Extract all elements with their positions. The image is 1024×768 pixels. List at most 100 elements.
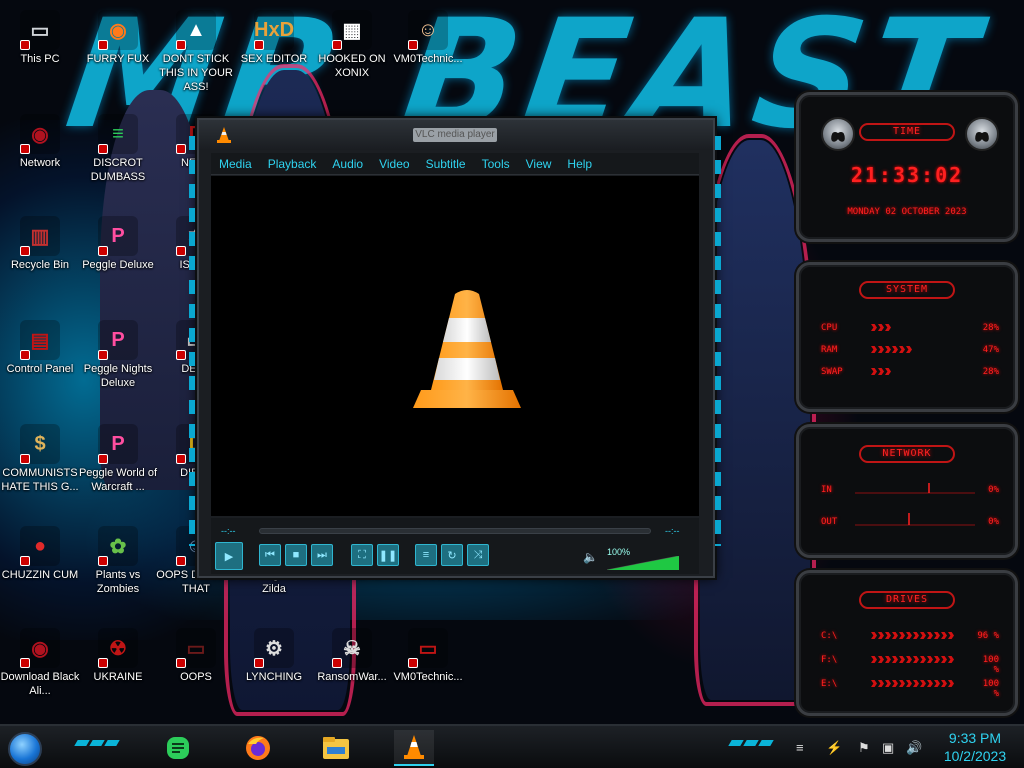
desktop-icon[interactable]: $ COMMUNISTS HATE THIS G...: [0, 418, 80, 494]
volume-slider[interactable]: [607, 556, 679, 570]
desktop-icon[interactable]: ⚙ LYNCHING: [234, 622, 314, 684]
desktop-shortcut-icon: ◉: [20, 628, 60, 668]
extended-settings-button[interactable]: ❚❚: [377, 544, 399, 566]
playlist-button[interactable]: ≡: [415, 544, 437, 566]
usage-meter-segment: [885, 656, 891, 663]
desktop-shortcut-icon: ▭: [176, 628, 216, 668]
desktop-icon[interactable]: ≡ DISCROT DUMBASS: [78, 108, 158, 184]
widget-row-value: 100 %: [982, 679, 999, 699]
desktop-icon[interactable]: ◉ FURRY FUX: [78, 4, 158, 66]
widget-row-label: OUT: [821, 517, 838, 527]
usage-meter-segment: [885, 368, 891, 375]
usage-meter-segment: [892, 680, 898, 687]
widget-row-label: SWAP: [821, 367, 843, 377]
next-icon: ⏭: [317, 548, 327, 561]
video-area[interactable]: [211, 176, 699, 516]
desktop-icon[interactable]: ▤ Control Panel: [0, 314, 80, 376]
usage-meter-segment: [920, 680, 926, 687]
firefox-icon: [246, 736, 270, 760]
speaker-icon[interactable]: 🔊: [906, 740, 922, 756]
desktop-icon[interactable]: ▲ DONT STICK THIS IN YOUR ASS!: [156, 4, 236, 94]
menu-media[interactable]: Media: [211, 153, 260, 175]
network-icon[interactable]: ▣: [882, 740, 894, 756]
network-graph: [855, 483, 975, 526]
desktop-icon-label: Plants vs Zombies: [95, 569, 141, 595]
widget-row: OUT 0%: [821, 517, 999, 527]
vlc-logo-icon: [413, 290, 521, 408]
menu-bar: Media Playback Audio Video Subtitle Tools View…: [211, 153, 699, 175]
loop-icon: ↻: [447, 549, 457, 562]
desktop-shortcut-icon: ☢: [98, 628, 138, 668]
usage-meter-segment: [885, 680, 891, 687]
tray-decoration-icon: ≡: [796, 740, 804, 755]
taskbar: ≡ ⚡ ⚑ ▣ 🔊 9:33 PM 10/2/2023: [0, 724, 1024, 768]
taskbar-discord-button[interactable]: [158, 730, 198, 766]
desktop-icon[interactable]: P Peggle Deluxe: [78, 210, 158, 272]
desktop-icon-label: Peggle Nights Deluxe: [83, 363, 153, 389]
shortcut-arrow-icon: [20, 454, 30, 464]
desktop-icon[interactable]: ▭ This PC: [0, 4, 80, 66]
desktop-icon[interactable]: ◉ Download Black Ali...: [0, 622, 80, 698]
desktop-icon[interactable]: ● CHUZZIN CUM: [0, 520, 80, 582]
menu-video[interactable]: Video: [371, 153, 417, 175]
next-button[interactable]: ⏭: [311, 544, 333, 566]
desktop-shortcut-icon: HxD: [254, 10, 294, 50]
extended-settings-icon: ❚❚: [378, 549, 398, 562]
desktop-icon[interactable]: ✿ Plants vs Zombies: [78, 520, 158, 596]
desktop-icon[interactable]: ▦ HOOKED ON XONIX: [312, 4, 392, 80]
widget-row: F:\ 100 %: [821, 655, 999, 675]
shuffle-button[interactable]: ⤨: [467, 544, 489, 566]
vlc-titlebar[interactable]: VLC media player: [199, 120, 713, 150]
desktop-icon[interactable]: ☢ UKRAINE: [78, 622, 158, 684]
desktop-icon[interactable]: HxD SEX EDITOR: [234, 4, 314, 66]
desktop-icon-label: VM0Technic...: [393, 53, 463, 65]
menu-playback[interactable]: Playback: [260, 153, 325, 175]
widget-row-label: C:\: [821, 631, 838, 641]
loop-button[interactable]: ↻: [441, 544, 463, 566]
drives-widget: DRIVES C:\ 96 % F:\ 100 % E:\ 100 %: [796, 570, 1018, 716]
seek-bar[interactable]: [259, 528, 651, 534]
taskbar-clock[interactable]: 9:33 PM 10/2/2023: [930, 729, 1020, 765]
desktop-icon[interactable]: P Peggle Nights Deluxe: [78, 314, 158, 390]
desktop-shortcut-icon: ◉: [20, 114, 60, 154]
tray-app-icon[interactable]: ⚡: [826, 740, 842, 756]
desktop-icon[interactable]: ◉ Network: [0, 108, 80, 170]
menu-view[interactable]: View: [518, 153, 560, 175]
desktop-shortcut-icon: $: [20, 424, 60, 464]
taskbar-vlc-button[interactable]: [394, 730, 434, 766]
desktop-shortcut-icon: ●: [20, 526, 60, 566]
desktop-icon[interactable]: P Peggle World of Warcraft ...: [78, 418, 158, 494]
desktop-icon[interactable]: ☠ RansomWar...: [312, 622, 392, 684]
shortcut-arrow-icon: [176, 144, 186, 154]
desktop-icon-label: COMMUNISTS HATE THIS G...: [1, 467, 79, 493]
desktop-icon[interactable]: ▭ OOPS: [156, 622, 236, 684]
stop-button[interactable]: ■: [285, 544, 307, 566]
volume-icon[interactable]: 🔈: [583, 550, 598, 564]
flag-icon[interactable]: ⚑: [858, 740, 870, 756]
usage-meter-segment: [892, 346, 898, 353]
desktop-icon[interactable]: ▭ VM0Technic...: [388, 622, 468, 684]
shortcut-arrow-icon: [98, 246, 108, 256]
taskbar-firefox-button[interactable]: [238, 730, 278, 766]
taskbar-file-explorer-button[interactable]: [316, 730, 356, 766]
desktop-icon[interactable]: ☺ VM0Technic...: [388, 4, 468, 66]
desktop-icon[interactable]: ▥ Recycle Bin: [0, 210, 80, 272]
play-button[interactable]: ▶: [215, 542, 243, 570]
usage-meter-segment: [871, 368, 877, 375]
desktop-shortcut-icon: ≡: [98, 114, 138, 154]
start-button[interactable]: [8, 732, 42, 766]
discord-icon: [167, 737, 189, 759]
menu-subtitle[interactable]: Subtitle: [418, 153, 474, 175]
usage-meter-segment: [892, 656, 898, 663]
menu-tools[interactable]: Tools: [474, 153, 518, 175]
usage-meter-segment: [941, 656, 947, 663]
desktop-shortcut-icon: P: [98, 216, 138, 256]
menu-audio[interactable]: Audio: [324, 153, 371, 175]
vlc-window[interactable]: VLC media player Media Playback Audio Video…: [189, 118, 721, 578]
previous-button[interactable]: ⏮: [259, 544, 281, 566]
usage-meter: [871, 346, 912, 353]
menu-help[interactable]: Help: [559, 153, 600, 175]
widget-row-value: 96 %: [977, 631, 999, 641]
shortcut-arrow-icon: [98, 144, 108, 154]
fullscreen-button[interactable]: ⛶: [351, 544, 373, 566]
